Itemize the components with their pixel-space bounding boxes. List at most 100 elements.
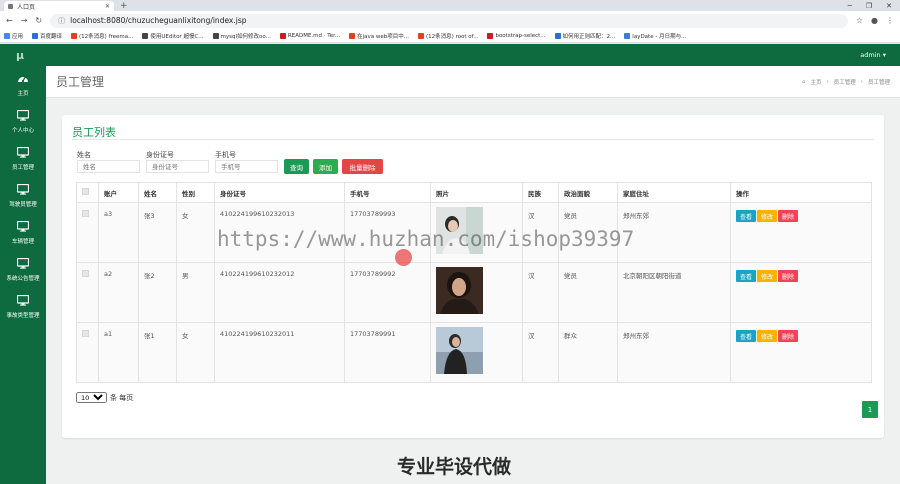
minimize-icon[interactable]: ─	[848, 2, 852, 10]
column-header: 手机号	[344, 182, 431, 203]
bookmark-label: 使用UEditor 超慢C...	[150, 34, 204, 40]
bookmark-favicon-icon	[624, 33, 631, 39]
profile-icon[interactable]: ●	[871, 16, 878, 25]
forward-icon[interactable]: →	[21, 16, 28, 25]
bookmark-item[interactable]: 使用UEditor 超慢C...	[142, 32, 204, 40]
bookmark-favicon-icon	[417, 33, 424, 39]
url-text: localhost:8080/chuzucheguanlixitong/inde…	[70, 16, 247, 25]
name-filter-input[interactable]	[77, 160, 140, 173]
phone-filter-label: 手机号	[215, 151, 236, 159]
view-button[interactable]: 查看	[736, 210, 757, 222]
column-header: 民族	[522, 182, 559, 203]
employee-photo	[436, 267, 517, 314]
bookmark-item[interactable]: (12条消息) freema...	[71, 32, 133, 40]
bookmark-item[interactable]: README.md · Ter...	[279, 33, 340, 39]
new-tab-icon[interactable]: +	[120, 1, 128, 11]
row-checkbox[interactable]	[82, 270, 89, 277]
sidebar-item-1[interactable]: 个人中心	[0, 103, 46, 140]
main-content: 员工管理 ⌂ 主页 › 员工管理 › 员工管理 员工列表 姓名 身份证号 手机号…	[46, 66, 900, 484]
bookmark-favicon-icon	[279, 33, 286, 39]
page-size-suffix: 条 每页	[110, 393, 134, 402]
bookmark-star-icon[interactable]: ☆	[856, 16, 863, 25]
view-button[interactable]: 查看	[736, 330, 757, 342]
photo-cell	[430, 322, 523, 383]
employee-table: 账户 姓名 性别 身份证号 手机号 照片 民族 政治面貌 家庭住址 操作 a3 张…	[76, 182, 872, 383]
page-title: 员工管理	[56, 75, 105, 89]
delete-button[interactable]: 删除	[778, 270, 799, 282]
edit-button[interactable]: 修改	[757, 210, 778, 222]
sidebar-item-6[interactable]: 事故类型管理	[0, 288, 46, 325]
back-icon[interactable]: ←	[6, 16, 13, 25]
bookmark-item[interactable]: 如何用正则匹配：2...	[554, 32, 615, 40]
bookmark-label: 百度翻译	[40, 34, 63, 40]
breadcrumb-item-home[interactable]: 主页	[811, 78, 822, 86]
breadcrumb-item-section[interactable]: 员工管理	[834, 78, 856, 86]
page-number-button[interactable]: 1	[862, 401, 878, 418]
bookmark-label: (12条消息) root of...	[425, 34, 479, 40]
bookmark-item[interactable]: (12条消息) root of...	[417, 32, 479, 40]
sidebar-item-4[interactable]: 车辆管理	[0, 214, 46, 251]
sidebar-item-5[interactable]: 系统公告管理	[0, 251, 46, 288]
account-cell: a1	[98, 322, 139, 383]
home-icon: ⌂	[802, 78, 806, 85]
cursor-indicator	[395, 249, 412, 266]
delete-button[interactable]: 删除	[778, 330, 799, 342]
row-checkbox[interactable]	[82, 330, 89, 337]
phone-filter-input[interactable]	[215, 160, 278, 173]
sidebar-item-label: 员工管理	[11, 164, 34, 171]
restore-icon[interactable]: ❐	[866, 2, 872, 10]
browser-tab-bar: 人口页 ✕ + ─ ❐ ✕	[0, 0, 900, 11]
edit-button[interactable]: 修改	[757, 330, 778, 342]
column-header: 家庭住址	[617, 182, 731, 203]
monitor-icon	[16, 294, 30, 308]
browser-menu-icon[interactable]: ⋮	[886, 16, 894, 25]
url-bar[interactable]: ⓘ localhost:8080/chuzucheguanlixitong/in…	[50, 13, 848, 28]
delete-button[interactable]: 删除	[778, 210, 799, 222]
monitor-icon	[16, 183, 30, 197]
tab-title: 人口页	[17, 3, 36, 11]
breadcrumb: ⌂ 主页 › 员工管理 › 员工管理	[802, 78, 890, 86]
name-cell: 张3	[138, 202, 177, 263]
info-icon: ⓘ	[58, 16, 66, 25]
bookmark-item[interactable]: 在java web项目中...	[349, 32, 409, 40]
row-checkbox[interactable]	[82, 210, 89, 217]
sidebar-item-2[interactable]: 员工管理	[0, 140, 46, 177]
promo-banner: 专业毕设代做	[397, 456, 512, 478]
select-all-checkbox[interactable]	[82, 188, 89, 195]
batch-delete-button[interactable]: 批量删除	[342, 159, 383, 174]
address-cell: 郑州东郊	[617, 322, 731, 383]
close-window-icon[interactable]: ✕	[886, 2, 892, 10]
page-size-select[interactable]: 10	[76, 392, 107, 403]
bookmark-item[interactable]: mysql如何修改oo...	[212, 32, 271, 40]
monitor-icon	[16, 257, 30, 271]
sidebar-item-label: 个人中心	[11, 127, 34, 134]
monitor-icon	[16, 146, 30, 160]
table-header-row: 账户 姓名 性别 身份证号 手机号 照片 民族 政治面貌 家庭住址 操作	[76, 182, 872, 203]
reload-icon[interactable]: ↻	[35, 16, 42, 25]
sidebar-item-0[interactable]: 主页	[0, 66, 46, 103]
column-header: 性别	[176, 182, 215, 203]
select-cell	[76, 322, 99, 383]
app-logo: μ	[16, 48, 25, 62]
bookmark-item[interactable]: bootstrap-select...	[487, 33, 546, 39]
edit-button[interactable]: 修改	[757, 270, 778, 282]
tab-close-icon[interactable]: ✕	[105, 3, 110, 10]
breadcrumb-separator-icon: ›	[860, 78, 863, 85]
account-cell: a3	[98, 202, 139, 263]
search-button[interactable]: 查询	[284, 159, 309, 174]
bookmark-item[interactable]: 百度翻译	[32, 32, 62, 40]
user-menu[interactable]: admin ▾	[860, 51, 886, 59]
ethnicity-cell: 汉	[522, 322, 559, 383]
political-cell: 群众	[558, 322, 618, 383]
add-button[interactable]: 添加	[313, 159, 338, 174]
bookmark-item[interactable]: layDate - 月日期与...	[624, 32, 686, 40]
bookmark-item[interactable]: 应用	[4, 32, 23, 40]
view-button[interactable]: 查看	[736, 270, 757, 282]
select-cell	[76, 262, 99, 323]
actions-cell: 查看 修改 删除	[730, 202, 872, 263]
sidebar-item-3[interactable]: 驾驶员管理	[0, 177, 46, 214]
photo-cell	[430, 262, 523, 323]
actions-cell: 查看 修改 删除	[730, 262, 872, 323]
browser-tab[interactable]: 人口页 ✕	[4, 1, 114, 11]
idno-filter-input[interactable]	[146, 160, 209, 173]
